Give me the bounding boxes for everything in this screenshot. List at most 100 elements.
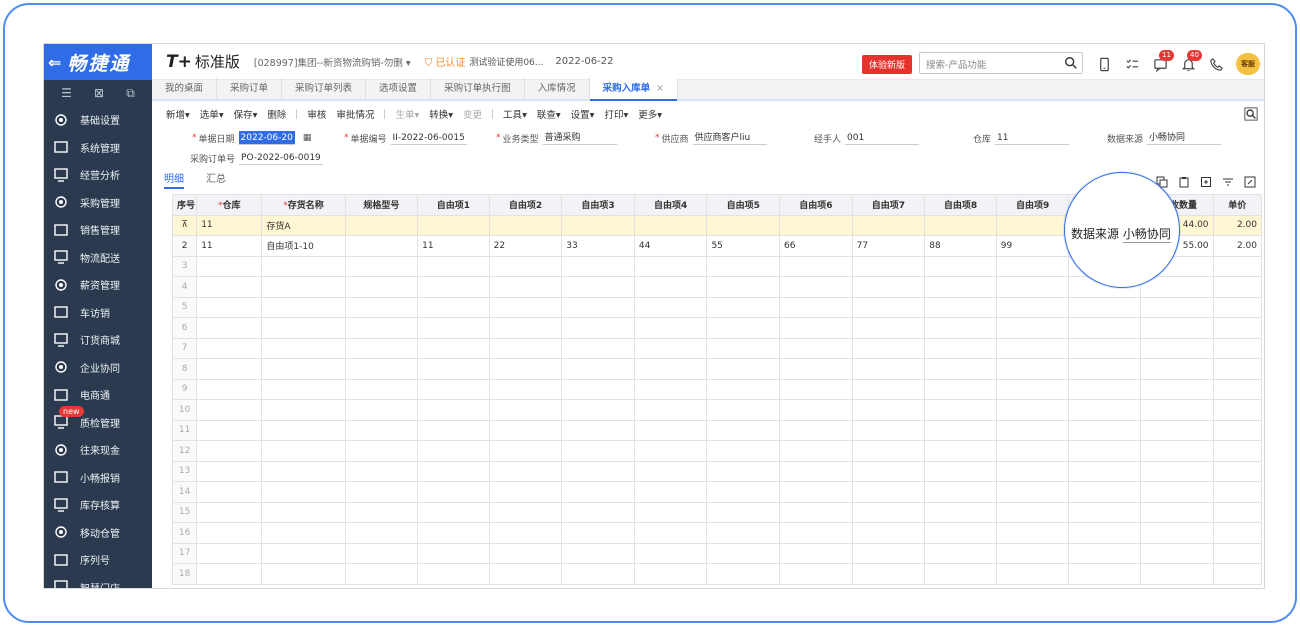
table-cell[interactable] — [488, 337, 563, 359]
sidebar-item-15[interactable]: 移动仓管 — [44, 519, 152, 547]
table-cell[interactable]: 12 — [171, 440, 198, 462]
table-cell[interactable] — [779, 255, 853, 277]
table-cell[interactable] — [633, 337, 708, 359]
table-cell[interactable] — [995, 542, 1070, 564]
table-cell[interactable] — [1212, 563, 1263, 585]
table-cell[interactable] — [344, 542, 419, 564]
table-cell[interactable] — [344, 501, 419, 523]
table-cell[interactable] — [488, 460, 563, 482]
table-cell[interactable] — [924, 276, 997, 298]
table-cell[interactable] — [633, 440, 708, 462]
table-cell[interactable] — [488, 522, 563, 544]
table-cell[interactable] — [924, 337, 997, 359]
table-cell[interactable] — [995, 419, 1070, 441]
table-cell[interactable] — [261, 563, 346, 585]
table-cell[interactable] — [196, 378, 263, 400]
table-cell[interactable] — [488, 214, 563, 236]
table-cell[interactable] — [261, 399, 346, 421]
table-cell[interactable]: 18 — [171, 563, 198, 585]
table-cell[interactable] — [851, 358, 926, 380]
table-cell[interactable] — [561, 296, 635, 318]
table-cell[interactable] — [561, 522, 635, 544]
table-cell[interactable] — [779, 317, 853, 339]
table-cell[interactable] — [417, 317, 490, 339]
message-icon[interactable]: 11 — [1152, 50, 1174, 72]
warehouse-field[interactable]: 仓库 11 — [973, 131, 1070, 145]
table-cell[interactable] — [633, 296, 708, 318]
mobile-icon[interactable] — [1096, 56, 1112, 72]
table-cell[interactable] — [344, 276, 419, 298]
table-cell[interactable] — [196, 481, 263, 503]
table-cell[interactable] — [561, 317, 635, 339]
table-cell[interactable] — [488, 419, 563, 441]
table-cell[interactable] — [779, 337, 853, 359]
table-cell[interactable] — [344, 481, 419, 503]
table-cell[interactable] — [196, 358, 263, 380]
table-cell[interactable] — [851, 378, 926, 400]
table-cell[interactable] — [633, 317, 708, 339]
table-cell[interactable] — [344, 419, 419, 441]
table-cell[interactable] — [261, 358, 346, 380]
table-cell[interactable] — [196, 255, 263, 277]
row-insert-icon[interactable]: ⊼ — [181, 220, 188, 230]
sidebar-item-6[interactable]: 薪资管理 — [44, 271, 152, 299]
table-cell[interactable] — [851, 501, 926, 523]
table-cell[interactable] — [779, 563, 853, 585]
table-cell[interactable] — [196, 276, 263, 298]
table-cell[interactable] — [344, 235, 419, 257]
table-cell[interactable] — [851, 542, 926, 564]
table-cell[interactable] — [488, 276, 563, 298]
table-cell[interactable] — [851, 481, 926, 503]
table-cell[interactable] — [344, 378, 419, 400]
menu-item-6[interactable]: 生单▾ — [395, 107, 419, 121]
table-cell[interactable] — [261, 419, 346, 441]
code-field[interactable]: * 单据编号 II-2022-06-0015 — [344, 131, 467, 145]
table-cell[interactable]: 3 — [171, 255, 198, 277]
table-cell[interactable] — [1068, 378, 1141, 400]
code-value[interactable]: II-2022-06-0015 — [390, 131, 467, 145]
table-cell[interactable] — [633, 563, 708, 585]
table-cell[interactable] — [924, 255, 997, 277]
table-cell[interactable] — [488, 501, 563, 523]
back-arrow-icon[interactable]: ⇐ — [48, 53, 63, 72]
table-cell[interactable] — [196, 542, 263, 564]
table-cell[interactable] — [1212, 542, 1263, 564]
table-cell[interactable] — [1139, 501, 1214, 523]
menu-icon[interactable]: ☰ — [61, 86, 72, 100]
table-cell[interactable] — [1139, 542, 1214, 564]
table-cell[interactable]: 22 — [488, 235, 563, 257]
tab-1[interactable]: 采购订单 — [217, 78, 283, 99]
table-cell[interactable]: 44 — [633, 235, 708, 257]
table-cell[interactable] — [1212, 276, 1263, 298]
table-cell[interactable] — [1139, 563, 1214, 585]
table-cell[interactable] — [995, 563, 1070, 585]
table-cell[interactable] — [417, 399, 490, 421]
table-cell[interactable] — [561, 214, 635, 236]
table-cell[interactable] — [995, 317, 1070, 339]
table-cell[interactable] — [261, 542, 346, 564]
table-cell[interactable] — [261, 337, 346, 359]
table-cell[interactable]: 17 — [171, 542, 198, 564]
table-cell[interactable] — [1068, 296, 1141, 318]
table-cell[interactable] — [779, 378, 853, 400]
table-cell[interactable] — [633, 276, 708, 298]
table-cell[interactable] — [924, 317, 997, 339]
sidebar-item-3[interactable]: 采购管理 — [44, 189, 152, 217]
table-row[interactable]: 13 — [171, 460, 1263, 482]
table-cell[interactable]: 33 — [561, 235, 635, 257]
edit-icon[interactable] — [1244, 176, 1256, 188]
table-cell[interactable] — [779, 276, 853, 298]
table-cell[interactable] — [1139, 481, 1214, 503]
table-cell[interactable] — [706, 440, 781, 462]
table-cell[interactable] — [417, 255, 490, 277]
table-cell[interactable] — [851, 399, 926, 421]
sidebar-item-7[interactable]: 车访销 — [44, 299, 152, 327]
table-cell[interactable] — [633, 358, 708, 380]
table-cell[interactable] — [706, 255, 781, 277]
table-cell[interactable] — [417, 296, 490, 318]
table-cell[interactable] — [261, 501, 346, 523]
table-cell[interactable] — [488, 563, 563, 585]
table-cell[interactable] — [1212, 296, 1263, 318]
external-icon[interactable]: ⧉ — [126, 86, 135, 101]
table-cell[interactable]: 2 — [171, 235, 198, 257]
